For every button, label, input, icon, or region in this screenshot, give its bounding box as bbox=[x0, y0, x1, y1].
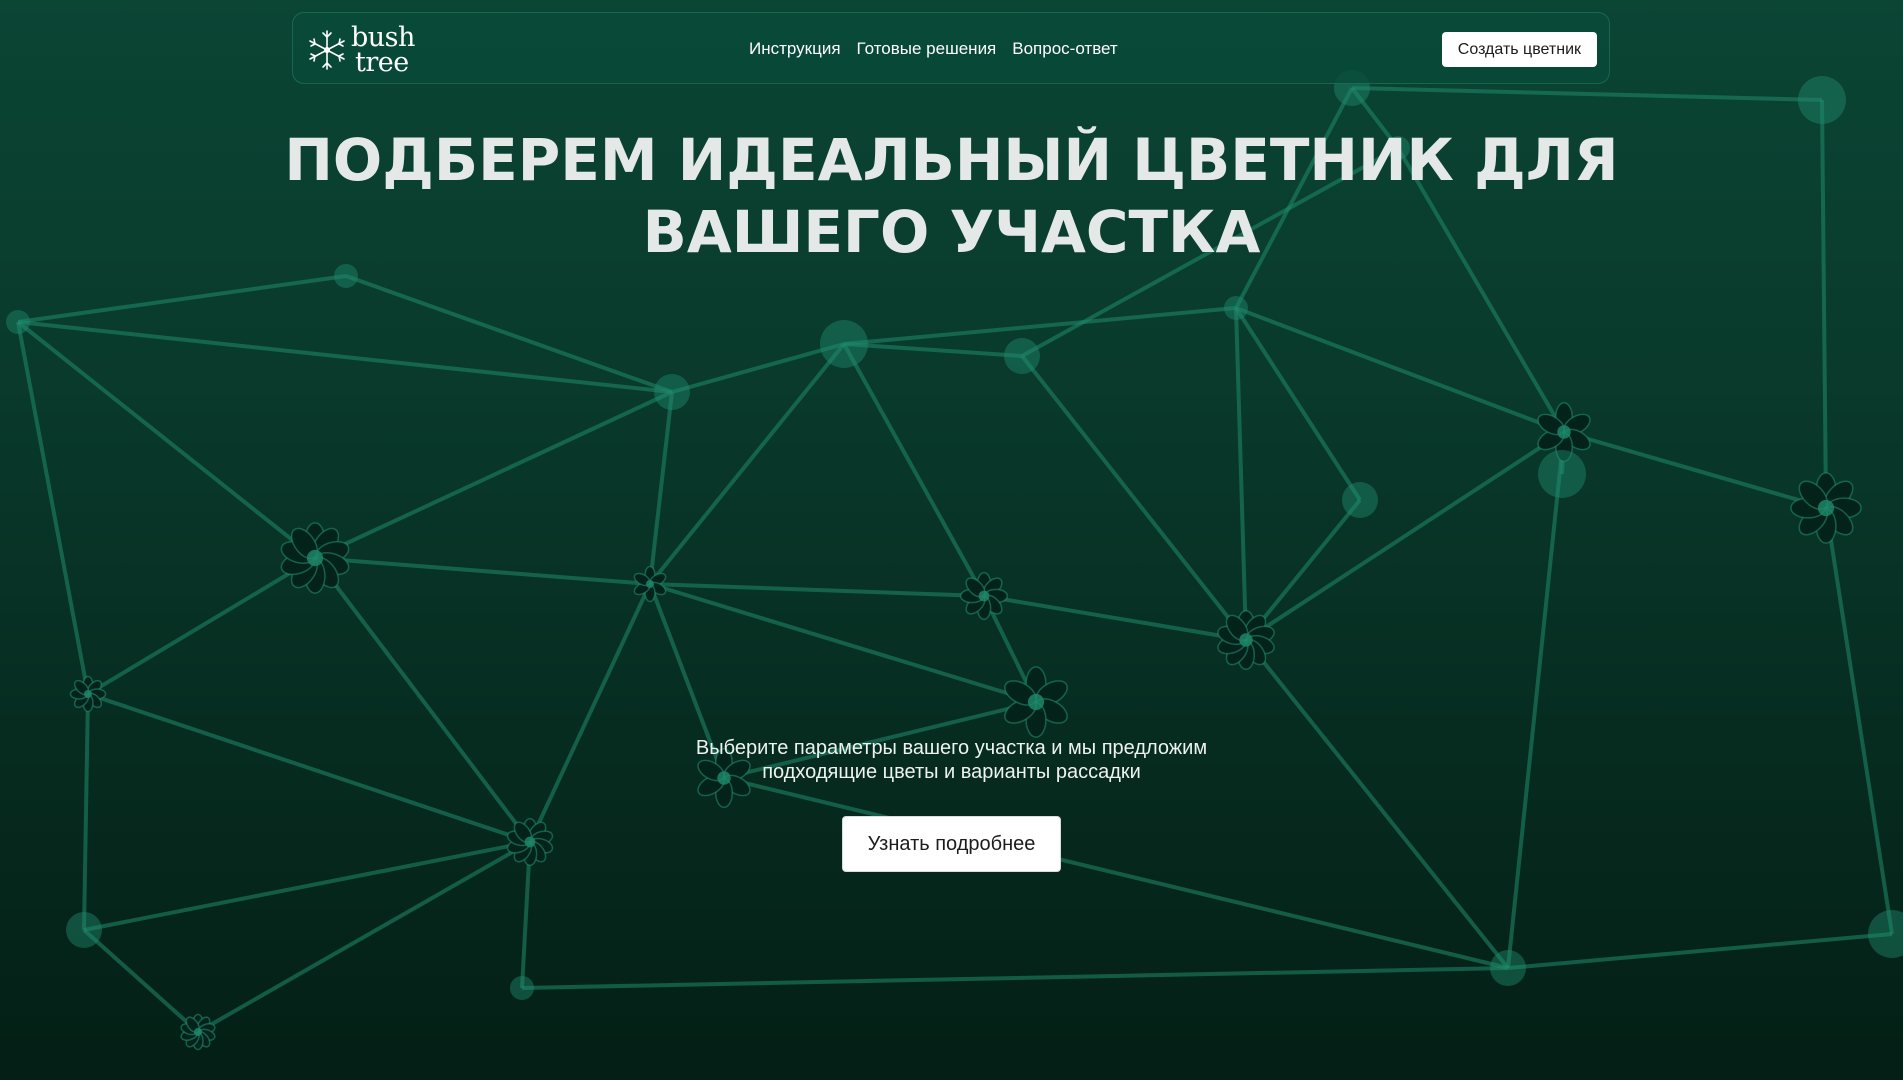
network-line bbox=[648, 391, 674, 585]
network-line bbox=[1563, 430, 1827, 510]
flower-icon bbox=[280, 522, 350, 594]
flower-icon bbox=[506, 817, 554, 867]
network-node bbox=[654, 374, 690, 410]
network-line bbox=[313, 556, 532, 844]
network-line bbox=[197, 840, 531, 1034]
nav-link-instruction[interactable]: Инструкция bbox=[749, 39, 841, 59]
network-line bbox=[17, 274, 347, 324]
network-line bbox=[1507, 932, 1893, 970]
network-node bbox=[1342, 482, 1378, 518]
network-line bbox=[1824, 507, 1894, 935]
network-line bbox=[16, 320, 317, 560]
flower-icon bbox=[69, 675, 107, 713]
network-line bbox=[649, 582, 985, 598]
nav-link-faq[interactable]: Вопрос-ответ bbox=[1012, 39, 1117, 59]
network-line bbox=[1235, 306, 1565, 434]
network-line bbox=[528, 583, 652, 843]
network-node bbox=[1538, 450, 1586, 498]
network-line bbox=[1020, 354, 1248, 642]
network-line bbox=[83, 840, 531, 932]
network-line bbox=[314, 390, 673, 560]
network-node bbox=[1490, 950, 1526, 986]
network-line bbox=[1506, 431, 1566, 969]
network-node bbox=[1224, 296, 1248, 320]
network-node bbox=[66, 912, 102, 948]
network-line bbox=[314, 556, 651, 586]
network-line bbox=[521, 966, 1509, 990]
network-line bbox=[842, 343, 986, 597]
network-line bbox=[671, 342, 845, 394]
hero-title: ПОДБЕРЕМ ИДЕАЛЬНЫЙ ЦВЕТНИК ДЛЯ ВАШЕГО УЧ… bbox=[0, 124, 1903, 268]
hero-title-line2: ВАШЕГО УЧАСТКА bbox=[642, 198, 1261, 266]
network-line bbox=[16, 321, 90, 695]
network-node bbox=[820, 320, 868, 368]
snowflake-branch-icon bbox=[309, 30, 345, 70]
hero-subtitle: Выберите параметры вашего участка и мы п… bbox=[0, 736, 1903, 784]
network-line bbox=[1244, 430, 1566, 642]
brand-name-line2: tree bbox=[355, 47, 409, 78]
flower-icon bbox=[959, 571, 1009, 621]
network-line bbox=[1351, 86, 1823, 102]
network-line bbox=[1244, 638, 1510, 970]
top-navbar: bush tree Инструкция Готовые решения Воп… bbox=[292, 12, 1610, 84]
network-line bbox=[843, 306, 1237, 346]
network-line bbox=[1234, 307, 1248, 641]
main-nav: Инструкция Готовые решения Вопрос-ответ bbox=[749, 13, 1118, 85]
hero-subtitle-line2: подходящие цветы и варианты рассадки bbox=[762, 761, 1141, 783]
network-line bbox=[1234, 306, 1362, 502]
network-node bbox=[6, 310, 30, 334]
network-line bbox=[82, 928, 200, 1034]
network-node bbox=[1004, 338, 1040, 374]
network-node bbox=[1798, 76, 1846, 124]
network-line bbox=[723, 776, 1509, 970]
flower-icon bbox=[1217, 610, 1275, 670]
hero-subtitle-line1: Выберите параметры вашего участка и мы п… bbox=[695, 737, 1208, 759]
flower-icon bbox=[1790, 472, 1862, 544]
nav-link-ready-solutions[interactable]: Готовые решения bbox=[857, 39, 997, 59]
network-line bbox=[82, 693, 90, 931]
network-line bbox=[843, 342, 1023, 358]
network-node bbox=[1868, 910, 1903, 958]
flower-icon bbox=[1004, 666, 1068, 738]
network-node bbox=[510, 976, 534, 1000]
create-flowerbed-button[interactable]: Создать цветник bbox=[1441, 32, 1597, 67]
network-line bbox=[983, 594, 1247, 642]
network-line bbox=[86, 556, 317, 696]
learn-more-button[interactable]: Узнать подробнее bbox=[842, 816, 1061, 872]
hero-title-line1: ПОДБЕРЕМ ИДЕАЛЬНЫЙ ЦВЕТНИК ДЛЯ bbox=[284, 126, 1619, 194]
brand-logo[interactable]: bush tree bbox=[305, 24, 415, 78]
